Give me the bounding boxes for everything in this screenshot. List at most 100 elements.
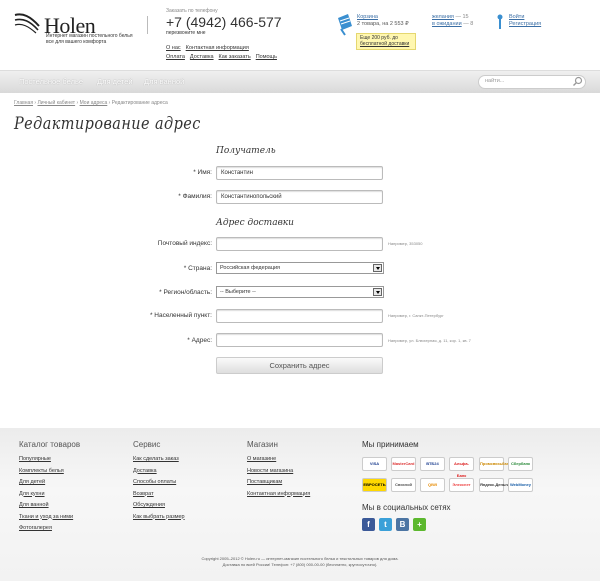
vkontakte-icon[interactable]: B <box>396 518 409 531</box>
search-input[interactable]: найти... <box>478 75 586 89</box>
top-link-about[interactable]: О нас <box>166 44 181 53</box>
cart-info: Корзина 2 товара, на 2 553 ₽ <box>357 14 409 28</box>
sberbank-logo: Сбербанк <box>508 457 533 471</box>
social-heading: Мы в социальных сетях <box>362 503 451 512</box>
login-link[interactable]: Войти <box>509 14 541 21</box>
waiting-link[interactable]: в ожидании <box>432 21 462 27</box>
copyright: Copyright 2005–2012 © Holen.ru — интерне… <box>0 556 600 568</box>
breadcrumb-account[interactable]: Личный кабинет <box>37 100 75 106</box>
region-value: -- Выберите -- <box>220 289 256 295</box>
eleksnet-logo: Элекснет <box>449 478 474 492</box>
footer-link[interactable]: Для ванной <box>19 500 80 512</box>
visa-logo: VISA <box>362 457 387 471</box>
footer-link[interactable]: Для детей <box>19 477 80 489</box>
logo-wave-icon <box>14 13 40 34</box>
footer-link[interactable]: Фотогалерея <box>19 523 80 535</box>
footer-catalog: Каталог товаров Популярные Комплекты бел… <box>19 440 80 535</box>
footer-shop-heading: Магазин <box>247 440 278 449</box>
nav-item-bedding[interactable]: Постельное белье <box>19 77 83 86</box>
breadcrumb-current: Редактирование адреса <box>111 100 168 106</box>
city-field[interactable] <box>216 309 383 323</box>
top-link-payment[interactable]: Оплата <box>166 53 185 62</box>
footer-service: Сервис Как сделать заказ Доставка Способ… <box>133 440 185 523</box>
copyright-line-1: Copyright 2005–2012 © Holen.ru — интерне… <box>201 556 399 561</box>
waiting-count: — 8 <box>463 21 474 27</box>
country-select[interactable]: Российская федерация <box>216 262 384 274</box>
footer-link[interactable]: Возврат <box>133 489 185 501</box>
top-link-contacts[interactable]: Контактная информация <box>186 44 249 53</box>
payment-heading: Мы принимаем <box>362 440 419 449</box>
top-link-how-to-order[interactable]: Как заказать <box>219 53 251 62</box>
delivery-heading: Адрес доставки <box>216 218 294 228</box>
search-icon[interactable] <box>572 76 583 87</box>
surname-field[interactable]: Константинопольский <box>216 190 383 204</box>
svyaznoy-logo: Связной <box>391 478 416 492</box>
breadcrumb-home[interactable]: Главная <box>14 100 33 106</box>
nav-item-bath[interactable]: Для ванной <box>144 77 184 86</box>
qiwi-logo: QIWI <box>420 478 445 492</box>
footer-shop: Магазин О магазине Новости магазина Пост… <box>247 440 310 500</box>
city-label: * Населенный пункт: <box>149 312 212 319</box>
euroset-logo: ЕВРОСЕТЬ <box>362 478 387 492</box>
copyright-line-2: Доставка по всей России! Телефон: +7 (80… <box>222 562 378 567</box>
address-hint: Например, ул. Блюхерная, д. 11, кор. 1, … <box>388 338 471 343</box>
save-address-button[interactable]: Сохранить адрес <box>216 357 383 374</box>
address-field[interactable] <box>216 333 383 347</box>
main-nav: Постельное белье Для детей Для ванной на… <box>0 70 600 93</box>
footer-link[interactable]: О магазине <box>247 454 310 466</box>
top-link-delivery[interactable]: Доставка <box>190 53 214 62</box>
footer-link[interactable]: Доставка <box>133 466 185 478</box>
phone-number: +7 (4942) 466-577 <box>166 14 282 30</box>
zip-field[interactable] <box>216 237 383 251</box>
zip-hint: Например, 353050 <box>388 241 423 246</box>
cart-link[interactable]: Корзина <box>357 14 378 20</box>
cart-summary: 2 товара, на 2 553 ₽ <box>357 21 409 27</box>
share-plus-icon[interactable]: + <box>413 518 426 531</box>
chevron-down-icon[interactable] <box>373 288 382 296</box>
footer-link[interactable]: Способы оплаты <box>133 477 185 489</box>
footer-link[interactable]: Как выбрать размер <box>133 512 185 524</box>
wishlist-info: желания — 15 в ожидании — 8 <box>432 14 473 28</box>
zip-label: Почтовый индекс: <box>157 240 212 247</box>
footer-link[interactable]: Новости магазина <box>247 466 310 478</box>
footer-link[interactable]: Обсуждения <box>133 500 185 512</box>
callback-link[interactable]: перезвоните мне <box>166 30 206 36</box>
auth-links: Войти Регистрация <box>509 14 541 28</box>
region-select[interactable]: -- Выберите -- <box>216 286 384 298</box>
footer-link[interactable]: Ткани и уход за ними <box>19 512 80 524</box>
footer-service-heading: Сервис <box>133 440 161 449</box>
wishlist-link[interactable]: желания <box>432 14 454 20</box>
breadcrumb-addresses[interactable]: Мои адреса <box>80 100 108 106</box>
yandex-money-logo: Яндекс.Деньги <box>479 478 509 492</box>
city-hint: Например, г. Санкт-Петербург <box>388 313 444 318</box>
name-field[interactable]: Константин <box>216 166 383 180</box>
header: Holen Интернет магазин постельного белья… <box>0 0 600 70</box>
facebook-icon[interactable]: f <box>362 518 375 531</box>
address-label: * Адрес: <box>187 337 212 344</box>
surname-label: * Фамилия: <box>178 193 212 200</box>
user-icon <box>497 14 503 29</box>
footer-catalog-heading: Каталог товаров <box>19 440 81 449</box>
vtb24-logo: ВТБ24 <box>420 457 445 471</box>
nav-item-kids[interactable]: Для детей <box>97 77 133 86</box>
page-title: Редактирование адрес <box>14 114 201 134</box>
name-label: * Имя: <box>193 169 212 176</box>
footer-link[interactable]: Контактная информация <box>247 489 310 501</box>
payment-methods: Мы принимаем <box>362 440 419 449</box>
free-delivery-promo: Еще 200 руб. до бесплатной доставки <box>356 33 416 50</box>
promo-line-2[interactable]: бесплатной доставки <box>360 41 409 47</box>
chevron-down-icon[interactable] <box>373 264 382 272</box>
footer-link[interactable]: Популярные <box>19 454 80 466</box>
top-link-help[interactable]: Помощь <box>256 53 277 62</box>
footer-link[interactable]: Комплекты белья <box>19 466 80 478</box>
page: Holen Интернет магазин постельного белья… <box>0 0 600 581</box>
twitter-icon[interactable]: t <box>379 518 392 531</box>
footer-link[interactable]: Для кухни <box>19 489 80 501</box>
tagline: Интернет магазин постельного белья все д… <box>46 33 133 45</box>
footer-link[interactable]: Поставщикам <box>247 477 310 489</box>
cart-icon[interactable] <box>336 12 354 36</box>
register-link[interactable]: Регистрация <box>509 21 541 28</box>
top-links: О нас Контактная информация Оплата Доставк… <box>166 44 296 62</box>
mastercard-logo: MasterCard <box>391 457 416 471</box>
footer-link[interactable]: Как сделать заказ <box>133 454 185 466</box>
